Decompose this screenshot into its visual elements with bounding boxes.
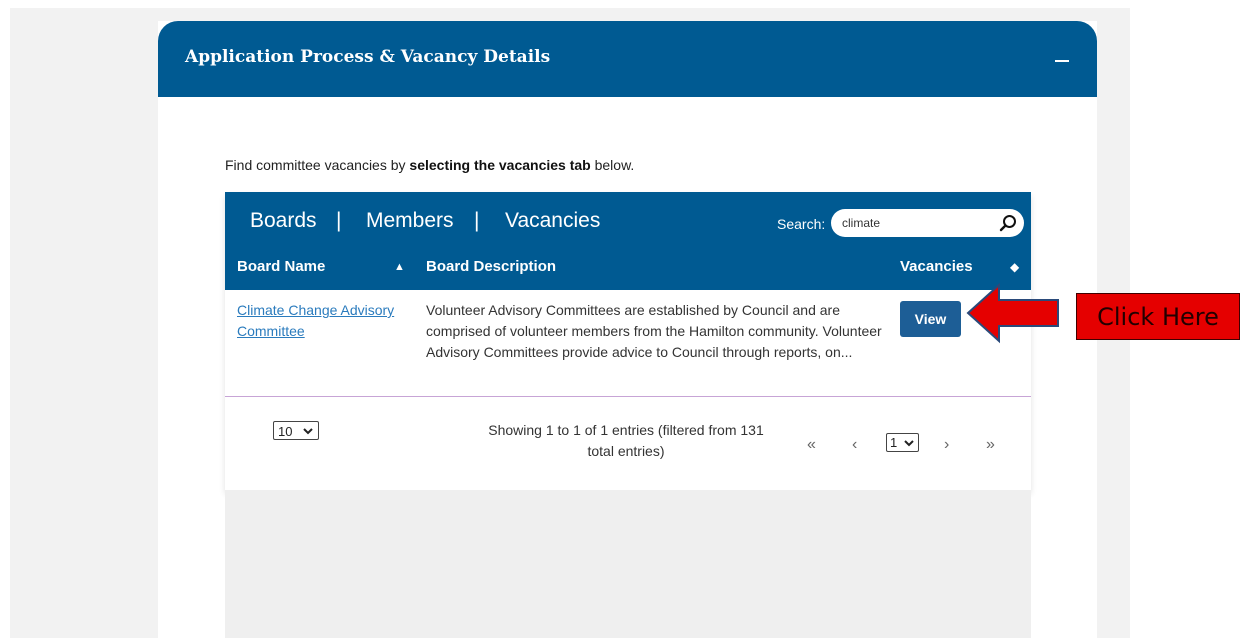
tab-separator: | [474,209,480,232]
table-info-text: Showing 1 to 1 of 1 entries (filtered fr… [488,422,764,459]
search-input[interactable]: climate [831,209,1024,237]
last-page-button[interactable]: » [986,436,995,454]
page-number-value: 1 [890,435,898,450]
first-page-button[interactable]: « [807,436,816,454]
search-value: climate [842,216,881,230]
vacancy-details-card: Application Process & Vacancy Details Fi… [158,21,1097,638]
intro-bold: selecting the vacancies tab [409,157,591,173]
intro-text: Find committee vacancies by selecting th… [225,157,634,173]
widget-header-bar: Boards | Members | Vacancies Search: cli… [225,192,1031,290]
chevron-down-icon [303,428,313,435]
click-here-annotation: Click Here [1076,293,1240,340]
card-header[interactable]: Application Process & Vacancy Details [158,21,1097,97]
search-label: Search: [777,216,826,232]
left-arrow-icon [966,282,1059,344]
board-name-link[interactable]: Climate Change Advisory Committee [237,300,412,342]
table-row: Climate Change Advisory Committee Volunt… [225,290,1031,397]
page-length-value: 10 [278,424,293,439]
card-title: Application Process & Vacancy Details [185,47,551,67]
tab-vacancies[interactable]: Vacancies [505,209,600,233]
sort-ascending-icon[interactable]: ▲ [394,261,405,273]
view-vacancies-button[interactable]: View [900,301,961,337]
tab-separator: | [336,209,342,232]
column-header-board-description[interactable]: Board Description [426,258,556,275]
column-header-vacancies[interactable]: Vacancies [900,258,973,275]
prev-page-button[interactable]: ‹ [852,436,857,454]
page-length-select[interactable]: 10 [273,421,319,440]
minus-icon[interactable] [1055,60,1069,62]
search-icon[interactable] [999,214,1017,232]
boards-widget: Boards | Members | Vacancies Search: cli… [225,192,1031,490]
tab-members[interactable]: Members [366,209,454,233]
page-number-select[interactable]: 1 [886,433,919,452]
tab-boards[interactable]: Boards [250,209,317,233]
chevron-down-icon [904,440,914,447]
intro-prefix: Find committee vacancies by [225,157,410,173]
intro-suffix: below. [590,157,635,173]
next-page-button[interactable]: › [944,436,949,454]
sort-both-icon[interactable]: ◆ [1010,260,1019,274]
board-description: Volunteer Advisory Committees are establ… [426,302,882,360]
content-placeholder [225,490,1031,638]
column-header-board-name[interactable]: Board Name [237,258,325,275]
